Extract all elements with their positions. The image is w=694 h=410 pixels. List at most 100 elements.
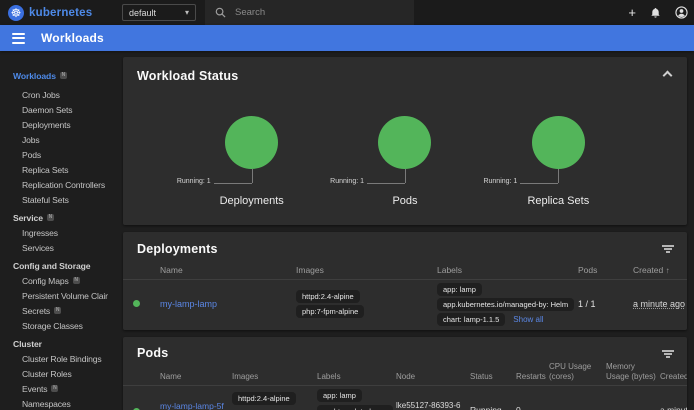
replica-sets-pie-chart: Running: 1 Replica Sets (482, 116, 635, 207)
sidebar-item-config-maps[interactable]: Config MapsN (0, 273, 108, 288)
label-chip: chart: lamp-1.1.5 (437, 313, 505, 326)
sidebar-item-workloads[interactable]: WorkloadsN (0, 68, 108, 83)
filter-icon[interactable] (662, 350, 674, 358)
pod-memory-usage: - (606, 405, 660, 410)
brand-link[interactable]: ☸ kubernetes (0, 5, 92, 21)
pods-title: Pods (123, 337, 687, 360)
sidebar-item-replica-sets[interactable]: Replica Sets (0, 162, 108, 177)
deployments-card: Deployments Name Images Labels Pods Crea… (123, 232, 687, 330)
add-resource-icon[interactable]: + (628, 6, 636, 19)
col-header-labels: Labels (437, 265, 578, 275)
col-header-name: Name (160, 372, 232, 382)
workload-status-title: Workload Status (123, 57, 687, 83)
sort-ascending-icon: ↑ (666, 266, 670, 275)
pod-name-link[interactable]: my-lamp-lamp-5fd985cf68-jwvz4 (160, 401, 224, 410)
label-chip: app.kubernetes.io/managed-by: Helm (437, 298, 574, 311)
brand-name: kubernetes (29, 7, 92, 19)
namespaced-badge-icon: N (60, 72, 67, 79)
pods-card: Pods Name Images Labels Node Status Rest… (123, 337, 687, 410)
col-header-status: Status (470, 372, 516, 382)
search-box (205, 0, 414, 25)
workload-status-charts: Running: 1 Deployments Running: 1 Pods R… (123, 116, 687, 207)
sidebar-item-services[interactable]: Services (0, 240, 108, 255)
chart-name: Deployments (220, 195, 284, 207)
legend-running-count: Running: 1 (177, 178, 211, 185)
kubernetes-logo-icon: ☸ (8, 5, 24, 21)
col-header-labels: Labels (317, 372, 396, 382)
workload-status-card: Workload Status Running: 1 Deployments R… (123, 57, 687, 225)
created-ago-link[interactable]: a minute ago (633, 299, 685, 309)
sidebar-item-cluster-role-bindings[interactable]: Cluster Role Bindings (0, 351, 108, 366)
sidebar-item-cron-jobs[interactable]: Cron Jobs (0, 87, 108, 102)
sidebar-nav: WorkloadsN Cron Jobs Daemon Sets Deploym… (0, 51, 108, 410)
deployments-pie-chart: Running: 1 Deployments (175, 116, 328, 207)
pods-pie-chart: Running: 1 Pods (328, 116, 481, 207)
label-chip: pod-template-hash: 5fd985cf68 (317, 405, 393, 410)
col-header-created[interactable]: Created ↑ (633, 265, 687, 275)
deployments-title: Deployments (123, 232, 687, 256)
col-header-created[interactable]: Created ↑ (660, 372, 687, 382)
user-account-icon[interactable] (675, 6, 688, 19)
deployment-table-row: my-lamp-lamp httpd:2.4-alpine php:7-fpm-… (123, 280, 687, 328)
sidebar-item-cluster[interactable]: Cluster (0, 336, 108, 351)
sidebar-item-stateful-sets[interactable]: Stateful Sets (0, 192, 108, 207)
sidebar-item-jobs[interactable]: Jobs (0, 132, 108, 147)
col-header-pods: Pods (578, 265, 633, 275)
show-all-link[interactable]: Show all (513, 315, 543, 324)
sidebar-item-deployments[interactable]: Deployments (0, 117, 108, 132)
sidebar-item-cluster-roles[interactable]: Cluster Roles (0, 366, 108, 381)
sidebar-item-daemon-sets[interactable]: Daemon Sets (0, 102, 108, 117)
namespaced-badge-icon: N (51, 385, 58, 392)
sidebar-item-ingresses[interactable]: Ingresses (0, 225, 108, 240)
namespace-selector[interactable]: default ▾ (122, 4, 196, 21)
menu-hamburger-icon[interactable] (12, 33, 25, 44)
namespaced-badge-icon: N (54, 307, 61, 314)
chevron-down-icon: ▾ (185, 8, 189, 17)
top-actions: + (628, 0, 688, 25)
filter-icon[interactable] (662, 245, 674, 253)
image-chip: php:7-fpm-alpine (296, 305, 364, 318)
chart-name: Pods (392, 195, 417, 207)
kubernetes-dashboard: ☸ kubernetes default ▾ + Workloads (0, 0, 694, 410)
col-header-restarts: Restarts (516, 372, 549, 382)
search-icon (215, 7, 226, 18)
sidebar-item-secrets[interactable]: SecretsN (0, 303, 108, 318)
legend-running-count: Running: 1 (330, 178, 364, 185)
pod-status: Running (470, 405, 516, 410)
sidebar-item-config-and-storage[interactable]: Config and Storage (0, 258, 108, 273)
pod-table-row: my-lamp-lamp-5fd985cf68-jwvz4 httpd:2.4-… (123, 386, 687, 410)
col-header-images: Images (296, 265, 437, 275)
sidebar-item-events[interactable]: EventsN (0, 381, 108, 396)
pie-running-full (532, 116, 585, 169)
pods-ready-count: 1 / 1 (578, 299, 633, 309)
search-input[interactable] (235, 7, 385, 18)
app-bar: Workloads (0, 25, 694, 51)
col-header-name: Name (160, 265, 296, 275)
sidebar-item-service[interactable]: ServiceN (0, 210, 108, 225)
namespaced-badge-icon: N (73, 277, 80, 284)
chart-name: Replica Sets (527, 195, 589, 207)
created-ago-link[interactable]: a minute ago (660, 405, 687, 410)
sidebar-item-namespaces[interactable]: Namespaces (0, 396, 108, 410)
sidebar-item-pods[interactable]: Pods (0, 147, 108, 162)
pie-running-full (225, 116, 278, 169)
pods-table-header: Name Images Labels Node Status Restarts … (123, 362, 687, 386)
notifications-bell-icon[interactable] (650, 7, 661, 19)
sidebar-item-storage-classes[interactable]: Storage Classes (0, 318, 108, 333)
page-title: Workloads (41, 31, 104, 45)
label-chip: app: lamp (317, 389, 362, 402)
label-chip: app: lamp (437, 283, 482, 296)
top-bar: ☸ kubernetes default ▾ + (0, 0, 694, 25)
node-name: lke55127-86393-622f8d09399a (396, 401, 470, 410)
deployments-table-header: Name Images Labels Pods Created ↑ (123, 262, 687, 280)
sidebar-item-persistent-volume-claims[interactable]: Persistent Volume ClaimsN (0, 288, 108, 303)
deployment-name-link[interactable]: my-lamp-lamp (160, 299, 217, 309)
sidebar-item-replication-controllers[interactable]: Replication Controllers (0, 177, 108, 192)
col-header-memory: Memory Usage (bytes) (606, 362, 660, 381)
col-header-cpu: CPU Usage (cores) (549, 362, 606, 381)
pod-cpu-usage: - (549, 405, 606, 410)
col-header-node: Node (396, 372, 470, 382)
image-chip: httpd:2.4-alpine (232, 392, 296, 405)
status-ok-dot-icon (133, 300, 140, 307)
col-header-images: Images (232, 372, 317, 382)
